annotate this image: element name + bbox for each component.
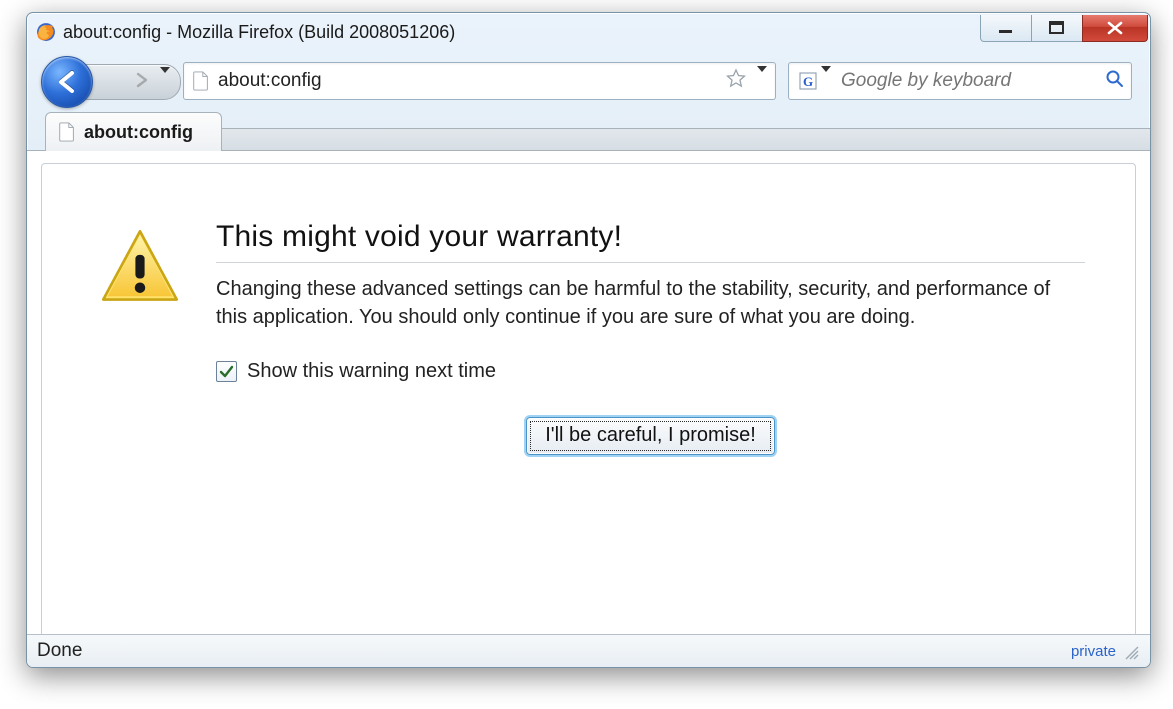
status-bar: Done private: [27, 634, 1150, 667]
tab-aboutconfig[interactable]: about:config: [45, 112, 222, 151]
content-area: This might void your warranty! Changing …: [27, 150, 1150, 634]
status-text: Done: [37, 640, 1071, 662]
window-controls: [981, 15, 1148, 42]
url-bar[interactable]: about:config: [183, 62, 776, 100]
forward-button[interactable]: [134, 72, 150, 93]
browser-window: about:config - Mozilla Firefox (Build 20…: [26, 12, 1151, 668]
private-label[interactable]: private: [1071, 643, 1116, 660]
back-button[interactable]: [41, 56, 93, 108]
warning-panel: This might void your warranty! Changing …: [41, 163, 1136, 634]
accept-warning-button[interactable]: I'll be careful, I promise!: [526, 417, 775, 455]
warning-body: Changing these advanced settings can be …: [216, 275, 1085, 332]
show-warning-row: Show this warning next time: [216, 360, 1085, 383]
bookmark-star-icon[interactable]: [725, 68, 747, 95]
page-icon: [192, 71, 210, 91]
search-input[interactable]: [839, 69, 1101, 93]
window-title: about:config - Mozilla Firefox (Build 20…: [63, 22, 981, 43]
tab-label: about:config: [84, 122, 193, 143]
show-warning-label: Show this warning next time: [247, 360, 496, 383]
minimize-button[interactable]: [980, 15, 1032, 42]
search-engine-dropdown[interactable]: [821, 72, 831, 90]
warning-message: This might void your warranty! Changing …: [216, 220, 1085, 455]
search-bar[interactable]: G: [788, 62, 1132, 100]
tab-strip: about:config: [27, 111, 1150, 151]
warning-icon: [98, 226, 182, 310]
firefox-icon: [35, 21, 57, 43]
url-text[interactable]: about:config: [218, 70, 723, 92]
maximize-button[interactable]: [1031, 15, 1083, 42]
resize-grip-icon[interactable]: [1120, 641, 1140, 661]
warning-heading: This might void your warranty!: [216, 220, 1085, 263]
nav-buttons: [41, 56, 171, 106]
url-dropdown[interactable]: [757, 72, 767, 90]
titlebar[interactable]: about:config - Mozilla Firefox (Build 20…: [27, 13, 1150, 51]
show-warning-checkbox[interactable]: [216, 361, 237, 382]
history-dropdown[interactable]: [160, 73, 170, 91]
search-engine-icon[interactable]: G: [799, 72, 817, 90]
page-icon: [58, 122, 76, 142]
nav-toolbar: about:config G: [27, 51, 1150, 111]
search-go-icon[interactable]: [1105, 69, 1125, 94]
close-button[interactable]: [1082, 15, 1148, 42]
g-letter: G: [803, 74, 813, 89]
tabstrip-background[interactable]: [221, 128, 1150, 151]
